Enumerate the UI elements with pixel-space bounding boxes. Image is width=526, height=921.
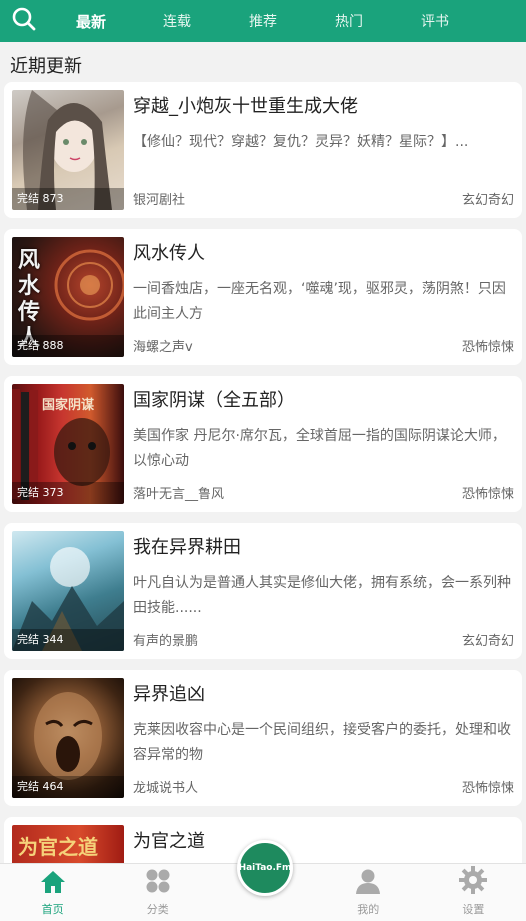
book-status-badge: 完结 873 bbox=[12, 188, 124, 210]
nav-mine[interactable]: 我的 bbox=[316, 864, 421, 921]
nav-home[interactable]: 首页 bbox=[0, 864, 105, 921]
book-cover: 国家阴谋 完结 373 bbox=[12, 384, 124, 504]
book-genre: 恐怖惊悚 bbox=[461, 340, 514, 355]
book-status-badge: 完结 464 bbox=[12, 776, 124, 798]
book-card[interactable]: 风水传人 完结 888 风水传人 一间香烛店，一座无名观，‘噬魂’现，驱邪灵，荡… bbox=[4, 229, 522, 365]
tab-recommend[interactable]: 推荐 bbox=[220, 11, 306, 31]
book-card[interactable]: 完结 873 穿越_小炮灰十世重生成大佬 【修仙？现代？穿越？复仇？灵异？妖精？… bbox=[4, 82, 522, 218]
book-list: 完结 873 穿越_小炮灰十世重生成大佬 【修仙？现代？穿越？复仇？灵异？妖精？… bbox=[4, 82, 522, 921]
book-description: 【修仙？现代？穿越？复仇？灵异？妖精？星际？】... bbox=[133, 134, 469, 150]
book-author: 有声的景鹏 bbox=[133, 634, 199, 649]
book-title: 国家阴谋（全五部） bbox=[133, 390, 295, 411]
book-card[interactable]: 国家阴谋 完结 373 国家阴谋（全五部） 美国作家 丹尼尔·席尔瓦，全球首屈一… bbox=[4, 376, 522, 512]
nav-settings[interactable]: 设置 bbox=[421, 864, 526, 921]
tab-storytelling[interactable]: 评书 bbox=[392, 11, 478, 31]
book-cover: 完结 464 bbox=[12, 678, 124, 798]
cover-title-art: 为官之道 bbox=[18, 835, 98, 859]
nav-settings-label: 设置 bbox=[462, 903, 485, 916]
top-nav-bar: 最新 连载 推荐 热门 评书 bbox=[0, 0, 526, 42]
book-author: 龙城说书人 bbox=[133, 781, 199, 796]
book-description: 叶凡自认为是普通人其实是修仙大佬，拥有系统，会一系列种田技能...... bbox=[133, 575, 511, 615]
tab-popular[interactable]: 热门 bbox=[306, 11, 392, 31]
book-title: 为官之道 bbox=[133, 831, 205, 852]
book-cover: 完结 344 bbox=[12, 531, 124, 651]
book-title: 穿越_小炮灰十世重生成大佬 bbox=[133, 96, 358, 117]
book-title: 风水传人 bbox=[133, 243, 205, 264]
nav-category[interactable]: 分类 bbox=[105, 864, 210, 921]
book-genre: 恐怖惊悚 bbox=[461, 781, 514, 796]
section-title: 近期更新 bbox=[10, 56, 82, 77]
book-description: 美国作家 丹尼尔·席尔瓦，全球首屈一指的国际阴谋论大师，以惊心动 bbox=[133, 428, 506, 468]
book-title: 异界追凶 bbox=[133, 684, 205, 705]
tab-serial[interactable]: 连载 bbox=[134, 11, 220, 31]
player-logo-text: HaiTao.Fm bbox=[238, 863, 292, 873]
user-icon bbox=[355, 868, 381, 898]
book-status-badge: 完结 888 bbox=[12, 335, 124, 357]
grid-icon bbox=[145, 868, 171, 898]
book-cover: 风水传人 完结 888 bbox=[12, 237, 124, 357]
book-genre: 恐怖惊悚 bbox=[461, 487, 514, 502]
book-description: 克莱因收容中心是一个民间组织，接受客户的委托，处理和收容异常的物 bbox=[133, 722, 511, 762]
book-title: 我在异界耕田 bbox=[133, 537, 241, 558]
book-card[interactable]: 完结 464 异界追凶 克莱因收容中心是一个民间组织，接受客户的委托，处理和收容… bbox=[4, 670, 522, 806]
player-button[interactable]: HaiTao.Fm bbox=[237, 840, 293, 896]
book-author: 海螺之声v bbox=[133, 340, 193, 355]
nav-mine-label: 我的 bbox=[357, 903, 380, 916]
book-genre: 玄幻奇幻 bbox=[461, 634, 514, 649]
book-status-badge: 完结 373 bbox=[12, 482, 124, 504]
search-icon bbox=[11, 6, 37, 36]
book-card[interactable]: 完结 344 我在异界耕田 叶凡自认为是普通人其实是修仙大佬，拥有系统，会一系列… bbox=[4, 523, 522, 659]
nav-category-label: 分类 bbox=[146, 903, 169, 916]
home-icon bbox=[40, 870, 66, 898]
cover-title-art: 国家阴谋 bbox=[42, 398, 95, 413]
search-button[interactable] bbox=[0, 0, 48, 42]
book-author: 银河剧社 bbox=[133, 193, 186, 208]
book-status-badge: 完结 344 bbox=[12, 629, 124, 651]
book-cover: 完结 873 bbox=[12, 90, 124, 210]
book-author: 落叶无言__鲁风 bbox=[133, 487, 225, 502]
tab-latest[interactable]: 最新 bbox=[48, 11, 134, 32]
nav-home-label: 首页 bbox=[41, 903, 64, 916]
book-genre: 玄幻奇幻 bbox=[461, 193, 514, 208]
gear-icon bbox=[459, 866, 488, 898]
book-description: 一间香烛店，一座无名观，‘噬魂’现，驱邪灵，荡阴煞！只因此间主人方 bbox=[133, 281, 506, 321]
category-tabs: 最新 连载 推荐 热门 评书 bbox=[48, 0, 526, 42]
